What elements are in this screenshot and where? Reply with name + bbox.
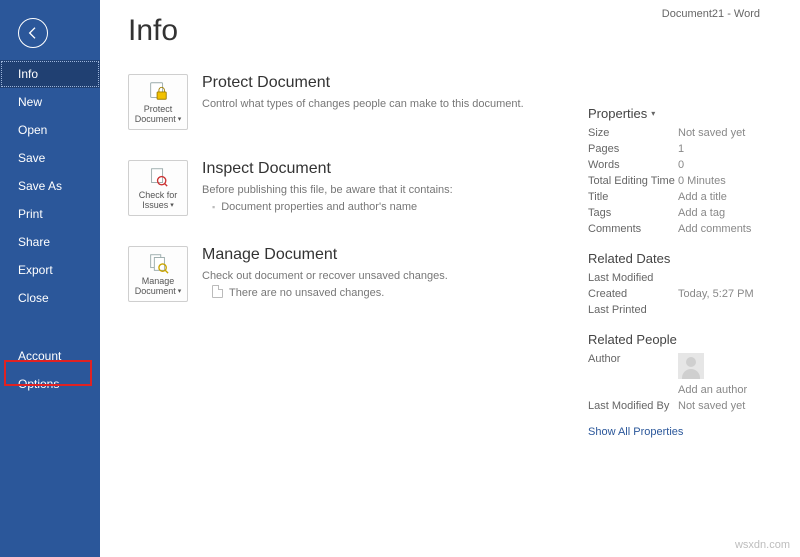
- manage-doc-icon: [147, 252, 169, 274]
- back-button[interactable]: [18, 18, 48, 48]
- protect-document-button[interactable]: Protect Document▾: [128, 74, 188, 130]
- window-title: Document21 - Word: [662, 8, 760, 20]
- sidebar-item-account[interactable]: Account: [0, 342, 100, 370]
- manage-desc: Check out document or recover unsaved ch…: [202, 268, 448, 285]
- prop-comments[interactable]: CommentsAdd comments: [588, 223, 778, 235]
- sidebar-item-options[interactable]: Options: [0, 370, 100, 398]
- prop-editing-time: Total Editing Time0 Minutes: [588, 175, 778, 187]
- chevron-down-icon: ▾: [651, 109, 655, 118]
- date-last-printed: Last Printed: [588, 304, 778, 316]
- date-created: CreatedToday, 5:27 PM: [588, 288, 778, 300]
- protect-heading: Protect Document: [202, 74, 524, 92]
- people-last-modified-by: Last Modified ByNot saved yet: [588, 400, 778, 412]
- sidebar-item-share[interactable]: Share: [0, 228, 100, 256]
- prop-size: SizeNot saved yet: [588, 127, 778, 139]
- backstage-sidebar: Info New Open Save Save As Print Share E…: [0, 0, 100, 557]
- sidebar-item-save[interactable]: Save: [0, 144, 100, 172]
- lock-shield-icon: [147, 80, 169, 102]
- inspect-heading: Inspect Document: [202, 160, 453, 178]
- sidebar-item-save-as[interactable]: Save As: [0, 172, 100, 200]
- sidebar-item-new[interactable]: New: [0, 88, 100, 116]
- watermark: wsxdn.com: [735, 539, 790, 551]
- show-all-properties-link[interactable]: Show All Properties: [588, 426, 683, 438]
- prop-title[interactable]: TitleAdd a title: [588, 191, 778, 203]
- properties-heading[interactable]: Properties▾: [588, 106, 778, 121]
- document-icon: [212, 285, 223, 298]
- sidebar-item-info[interactable]: Info: [0, 60, 100, 88]
- related-people-heading: Related People: [588, 332, 778, 347]
- sidebar-item-print[interactable]: Print: [0, 200, 100, 228]
- tile-label: Manage Document▾: [129, 277, 187, 297]
- manage-note: There are no unsaved changes.: [202, 285, 448, 302]
- tile-label: Check for Issues▾: [129, 191, 187, 211]
- sidebar-item-close[interactable]: Close: [0, 284, 100, 312]
- avatar-placeholder-icon: [678, 353, 704, 379]
- prop-pages: Pages1: [588, 143, 778, 155]
- check-for-issues-button[interactable]: Check for Issues▾: [128, 160, 188, 216]
- tile-label: Protect Document▾: [129, 105, 187, 125]
- related-dates-heading: Related Dates: [588, 251, 778, 266]
- date-last-modified: Last Modified: [588, 272, 778, 284]
- prop-words: Words0: [588, 159, 778, 171]
- back-arrow-icon: [25, 25, 41, 41]
- sidebar-item-export[interactable]: Export: [0, 256, 100, 284]
- protect-desc: Control what types of changes people can…: [202, 96, 524, 113]
- people-author[interactable]: Author Add an author: [588, 353, 778, 396]
- backstage-main: Document21 - Word Info Protect Document▾…: [100, 0, 800, 557]
- prop-tags[interactable]: TagsAdd a tag: [588, 207, 778, 219]
- manage-heading: Manage Document: [202, 246, 448, 264]
- inspect-desc: Before publishing this file, be aware th…: [202, 182, 453, 199]
- sidebar-item-open[interactable]: Open: [0, 116, 100, 144]
- inspect-bullet-1: Document properties and author's name: [202, 199, 453, 216]
- manage-document-button[interactable]: Manage Document▾: [128, 246, 188, 302]
- inspect-doc-icon: [147, 166, 169, 188]
- properties-panel: Properties▾ SizeNot saved yet Pages1 Wor…: [588, 106, 778, 438]
